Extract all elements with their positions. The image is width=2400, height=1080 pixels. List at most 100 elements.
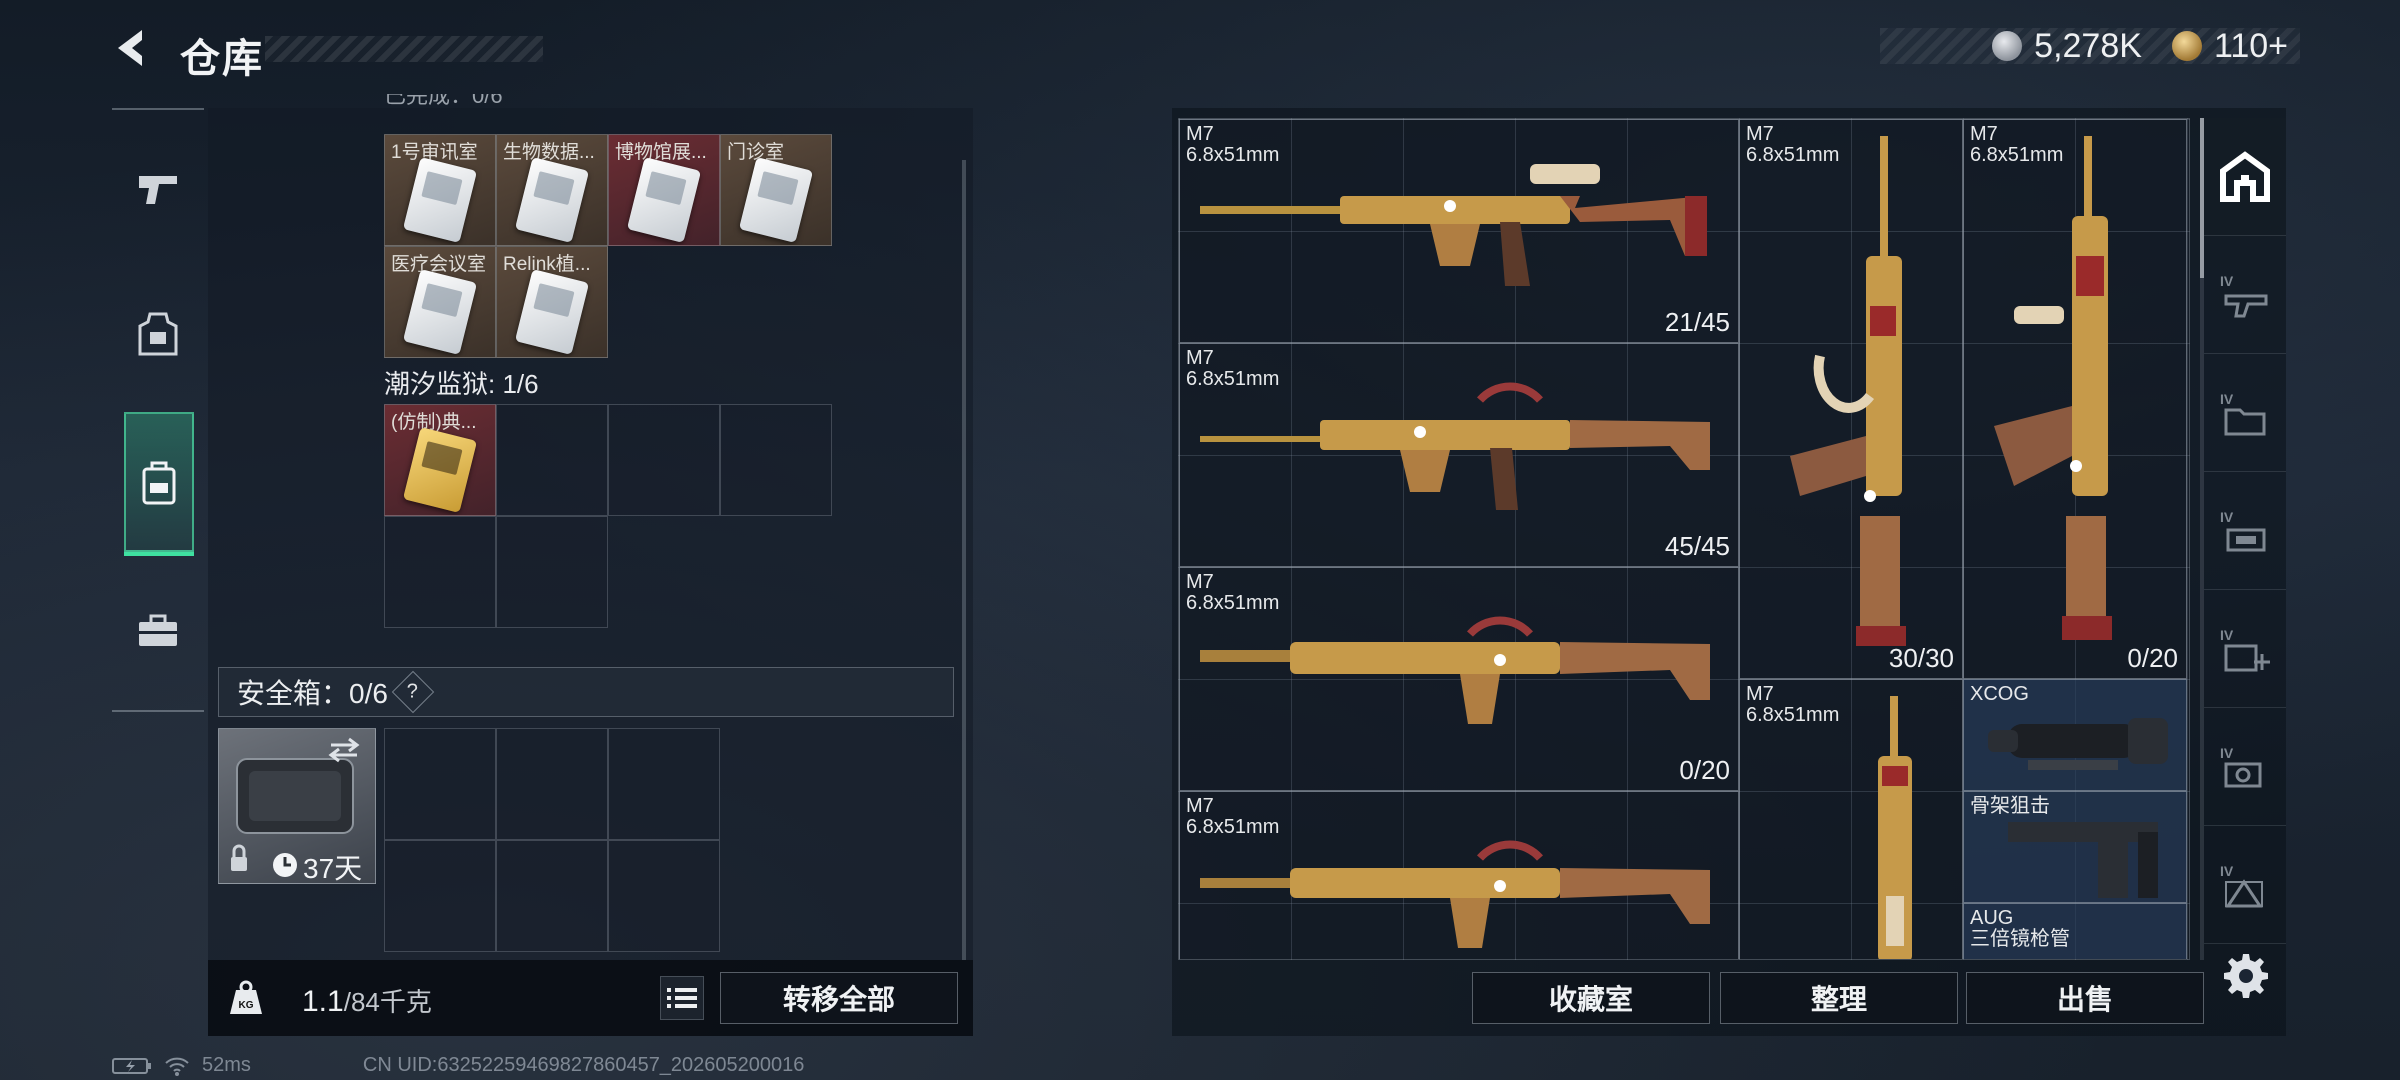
iv-folder-icon: IV xyxy=(2220,391,2266,435)
help-button[interactable]: ? xyxy=(391,670,435,714)
title-decoration xyxy=(265,36,543,62)
empty-slot[interactable] xyxy=(384,516,496,628)
safe-slot[interactable] xyxy=(384,728,496,840)
keycard-label: 医疗会议室 xyxy=(391,254,487,275)
keycard-slot[interactable]: Relink植... xyxy=(496,246,608,358)
keycard-slot[interactable]: 生物数据... xyxy=(496,134,608,246)
tab-scopes[interactable]: IV xyxy=(2204,708,2286,826)
page-title: 仓库 xyxy=(180,37,264,81)
warehouse-tabs: IV IV IV IV IV IV xyxy=(2204,118,2286,960)
safe-slot[interactable] xyxy=(608,728,720,840)
settings-button[interactable] xyxy=(2222,952,2270,1000)
rail-divider xyxy=(112,108,204,110)
svg-text:IV: IV xyxy=(2220,509,2234,525)
keycard-icon xyxy=(626,157,702,243)
empty-slot[interactable] xyxy=(720,404,832,516)
rifle-icon xyxy=(1200,616,1710,724)
iv-gear-icon: IV xyxy=(2220,509,2266,551)
backpack-icon xyxy=(142,461,176,505)
weapon-item[interactable]: M7 6.8x51mm xyxy=(1179,791,1739,959)
weapon-item[interactable]: M7 6.8x51mm 45/45 xyxy=(1179,343,1739,567)
tab-attachments[interactable]: IV xyxy=(2204,354,2286,472)
keycard-label: 生物数据... xyxy=(503,142,595,163)
rifle-icon xyxy=(1200,164,1707,286)
svg-text:IV: IV xyxy=(2220,745,2234,761)
silver-coin-value: 5,278K xyxy=(2034,26,2142,65)
rifle-vertical-icon xyxy=(1994,136,2112,640)
wifi-icon xyxy=(165,1057,189,1076)
organize-button[interactable]: 整理 xyxy=(1720,972,1958,1024)
tab-misc[interactable]: IV xyxy=(2204,826,2286,944)
ammo-count: 0/20 xyxy=(2127,643,2178,673)
iv-weapon-icon: IV xyxy=(2220,273,2268,317)
iv-misc-icon: IV xyxy=(2220,863,2263,907)
scope-item[interactable]: XCOG xyxy=(1963,679,2187,791)
ammo-count: 45/45 xyxy=(1664,531,1730,561)
list-view-button[interactable] xyxy=(660,976,704,1020)
ammo-count: 21/45 xyxy=(1664,307,1730,337)
iv-medkit-icon: IV xyxy=(2220,627,2270,671)
rifle-icon xyxy=(1200,382,1710,510)
inventory-scrollbar[interactable] xyxy=(962,160,966,960)
keycard-icon xyxy=(514,157,590,243)
tab-equipment[interactable]: IV xyxy=(2204,472,2286,590)
weapon-item[interactable]: M7 6.8x51mm 0/20 xyxy=(1179,567,1739,791)
keycard-icon xyxy=(402,427,478,513)
weapon-item[interactable]: M7 6.8x51mm 0/20 xyxy=(1963,119,2187,679)
safe-slot[interactable] xyxy=(496,840,608,952)
gold-coin-value: 110+ xyxy=(2213,26,2288,65)
ping-text: 52ms xyxy=(202,1054,251,1076)
safe-box-days: 37天 xyxy=(303,853,363,884)
tab-weapons[interactable]: IV xyxy=(2204,236,2286,354)
safe-slot[interactable] xyxy=(384,840,496,952)
weapon-item[interactable]: M7 6.8x51mm 21/45 xyxy=(1179,119,1739,343)
collection-room-button[interactable]: 收藏室 xyxy=(1472,972,1710,1024)
keycard-slot[interactable]: 医疗会议室 xyxy=(384,246,496,358)
stock-item[interactable]: 骨架狙击 xyxy=(1963,791,2187,903)
gear-icon xyxy=(2224,954,2268,998)
transfer-all-button[interactable]: 转移全部 xyxy=(720,972,958,1024)
rail-backpack-tab[interactable] xyxy=(124,412,194,556)
rail-armor-tab[interactable] xyxy=(124,300,192,368)
safe-slot[interactable] xyxy=(496,728,608,840)
prison-keycard-slot[interactable]: (仿制)典... xyxy=(384,404,496,516)
safe-slot[interactable] xyxy=(608,840,720,952)
ammo-count: 0/20 xyxy=(1679,755,1730,785)
empty-slot[interactable] xyxy=(496,404,608,516)
rifle-icon xyxy=(1200,840,1710,948)
safe-box-label: 安全箱：0/6 xyxy=(237,678,388,709)
back-arrow-icon xyxy=(118,30,142,66)
warehouse-home-icon xyxy=(2220,150,2270,202)
keycard-slot[interactable]: 门诊室 xyxy=(720,134,832,246)
svg-text:KG: KG xyxy=(239,1000,254,1011)
keycard-icon xyxy=(402,157,478,243)
weapon-item[interactable]: M7 6.8x51mm xyxy=(1739,679,1963,959)
keycard-slot[interactable]: 1号审讯室 xyxy=(384,134,496,246)
back-button[interactable] xyxy=(110,26,154,70)
tab-warehouse-all[interactable] xyxy=(2204,118,2286,236)
list-icon xyxy=(667,988,697,1008)
prison-group-label: 潮汐监狱: 1/6 xyxy=(384,369,539,399)
rail-divider-bottom xyxy=(112,710,204,712)
help-icon: ? xyxy=(407,680,419,703)
tab-medical[interactable]: IV xyxy=(2204,590,2286,708)
sell-button[interactable]: 出售 xyxy=(1966,972,2204,1024)
item-name: AUG 三倍镜枪管 xyxy=(1970,907,2070,950)
empty-slot[interactable] xyxy=(496,516,608,628)
weight-icon: KG xyxy=(228,980,264,1016)
svg-text:IV: IV xyxy=(2220,863,2234,879)
warehouse-grid: M7 6.8x51mm 21/45 M7 6.8x51mm 45/45 M7 6.8x… xyxy=(1178,118,2190,960)
status-bar: 52ms CN UID:63252259469827860457_2026052… xyxy=(112,1054,804,1077)
barrel-item[interactable]: AUG 三倍镜枪管 xyxy=(1963,903,2187,959)
gold-coin-icon xyxy=(2171,31,2202,61)
battery-icon xyxy=(112,1057,151,1074)
weapon-item[interactable]: M7 6.8x51mm 30/30 xyxy=(1739,119,1963,679)
rail-toolbox-tab[interactable] xyxy=(124,596,192,664)
iv-scope-icon: IV xyxy=(2220,745,2262,787)
empty-slot[interactable] xyxy=(608,404,720,516)
rail-pistol-tab[interactable] xyxy=(124,156,192,224)
keycard-icon xyxy=(514,269,590,355)
weight-current: 1.1 xyxy=(302,985,344,1018)
keycard-slot[interactable]: 博物馆展... xyxy=(608,134,720,246)
safe-box-item[interactable]: 37天 xyxy=(218,728,376,884)
